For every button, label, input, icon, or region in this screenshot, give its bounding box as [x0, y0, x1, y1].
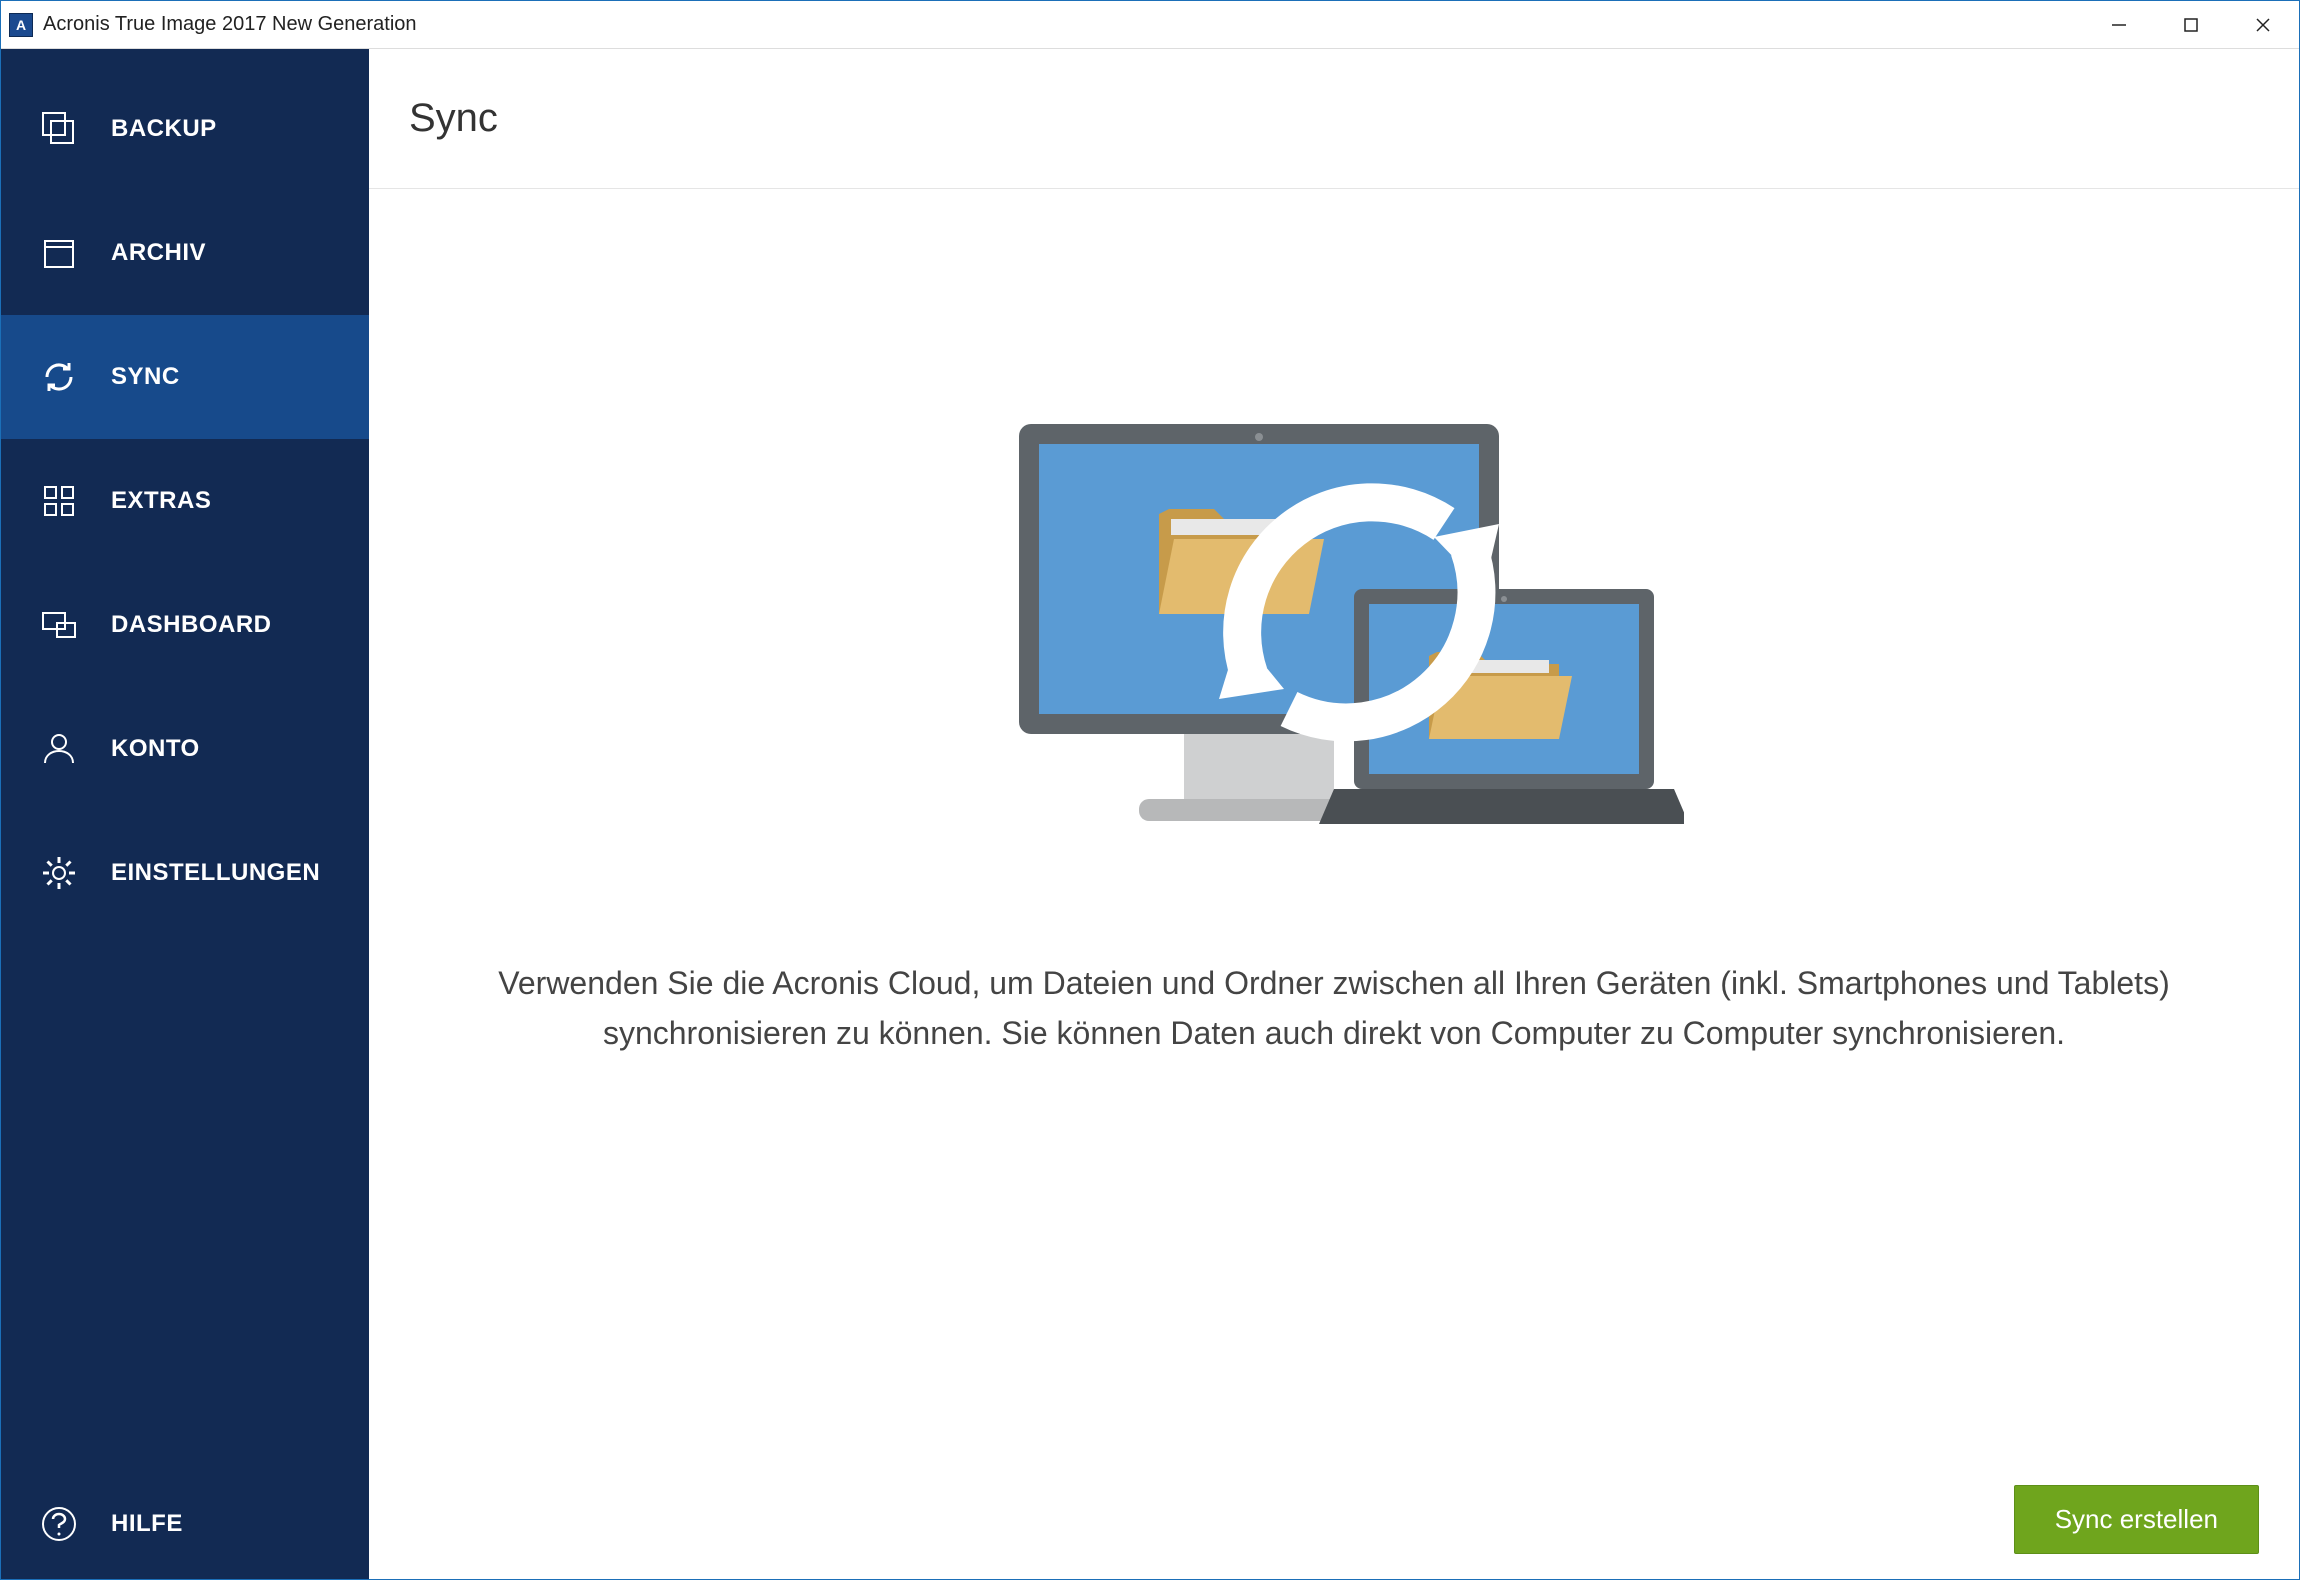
sidebar-item-label: HILFE	[111, 1510, 183, 1538]
sidebar-item-archiv[interactable]: ARCHIV	[1, 191, 369, 315]
close-icon	[2254, 16, 2272, 34]
create-sync-button[interactable]: Sync erstellen	[2014, 1485, 2259, 1554]
content-body: Verwenden Sie die Acronis Cloud, um Date…	[369, 189, 2299, 1459]
sidebar-item-backup[interactable]: BACKUP	[1, 67, 369, 191]
sidebar-item-sync[interactable]: SYNC	[1, 315, 369, 439]
window-title: Acronis True Image 2017 New Generation	[43, 13, 2083, 36]
sync-description: Verwenden Sie die Acronis Cloud, um Date…	[464, 959, 2204, 1058]
sidebar-item-konto[interactable]: KONTO	[1, 687, 369, 811]
dashboard-icon	[35, 601, 83, 649]
sidebar-item-dashboard[interactable]: DASHBOARD	[1, 563, 369, 687]
sidebar-item-label: EINSTELLUNGEN	[111, 859, 320, 887]
help-icon	[35, 1500, 83, 1548]
sidebar-item-label: DASHBOARD	[111, 611, 272, 639]
sidebar-item-label: KONTO	[111, 735, 200, 763]
content-header: Sync	[369, 49, 2299, 189]
sidebar-item-label: SYNC	[111, 363, 180, 391]
sidebar-item-label: EXTRAS	[111, 487, 211, 515]
app-window: A Acronis True Image 2017 New Generation…	[0, 0, 2300, 1580]
settings-icon	[35, 849, 83, 897]
maximize-button[interactable]	[2155, 1, 2227, 48]
page-title: Sync	[409, 96, 498, 141]
sidebar-list: BACKUP ARCHIV SYNC	[1, 49, 369, 1469]
content-footer: Sync erstellen	[369, 1459, 2299, 1579]
minimize-icon	[2110, 16, 2128, 34]
app-icon: A	[9, 13, 33, 37]
minimize-button[interactable]	[2083, 1, 2155, 48]
sidebar-item-extras[interactable]: EXTRAS	[1, 439, 369, 563]
close-button[interactable]	[2227, 1, 2299, 48]
sync-illustration	[984, 419, 1684, 859]
sync-icon	[35, 353, 83, 401]
content-area: Sync	[369, 49, 2299, 1579]
titlebar: A Acronis True Image 2017 New Generation	[1, 1, 2299, 49]
extras-icon	[35, 477, 83, 525]
archive-icon	[35, 229, 83, 277]
sidebar-item-label: ARCHIV	[111, 239, 206, 267]
maximize-icon	[2182, 16, 2200, 34]
sidebar: BACKUP ARCHIV SYNC	[1, 49, 369, 1579]
window-controls	[2083, 1, 2299, 48]
sidebar-item-einstellungen[interactable]: EINSTELLUNGEN	[1, 811, 369, 935]
sidebar-item-hilfe[interactable]: HILFE	[1, 1469, 369, 1579]
account-icon	[35, 725, 83, 773]
app-body: BACKUP ARCHIV SYNC	[1, 49, 2299, 1579]
sidebar-item-label: BACKUP	[111, 115, 217, 143]
backup-icon	[35, 105, 83, 153]
